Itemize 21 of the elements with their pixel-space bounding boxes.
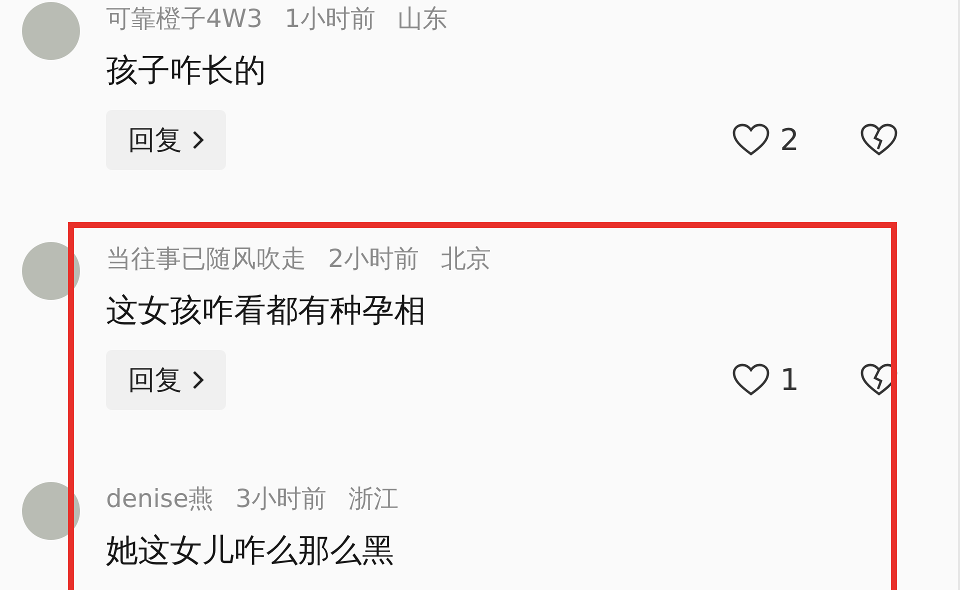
comment-text: 她这女儿咋么那么黑 xyxy=(106,530,395,571)
heart-icon[interactable] xyxy=(732,123,770,157)
like-count: 2 xyxy=(780,122,800,158)
comment-text: 孩子咋长的 xyxy=(106,50,267,91)
comment-text: 这女孩咋看都有种孕相 xyxy=(106,290,427,331)
comment-time: 1小时前 xyxy=(284,2,376,34)
reply-button[interactable]: 回复 xyxy=(106,110,226,170)
heart-icon[interactable] xyxy=(732,363,770,397)
chevron-right-icon xyxy=(192,130,204,150)
reply-button[interactable]: 回复 xyxy=(106,350,226,410)
broken-heart-icon[interactable] xyxy=(860,123,898,157)
comment-location: 山东 xyxy=(397,2,448,34)
username[interactable]: denise燕 xyxy=(106,482,214,514)
like-count: 1 xyxy=(780,362,800,398)
comment-location: 浙江 xyxy=(348,482,398,514)
username[interactable]: 当往事已随风吹走 xyxy=(106,242,306,274)
chevron-right-icon xyxy=(192,370,204,390)
comment-location: 北京 xyxy=(440,242,491,274)
username[interactable]: 可靠橙子4W3 xyxy=(106,2,263,34)
comment-time: 3小时前 xyxy=(235,482,326,514)
comment-time: 2小时前 xyxy=(328,242,419,274)
